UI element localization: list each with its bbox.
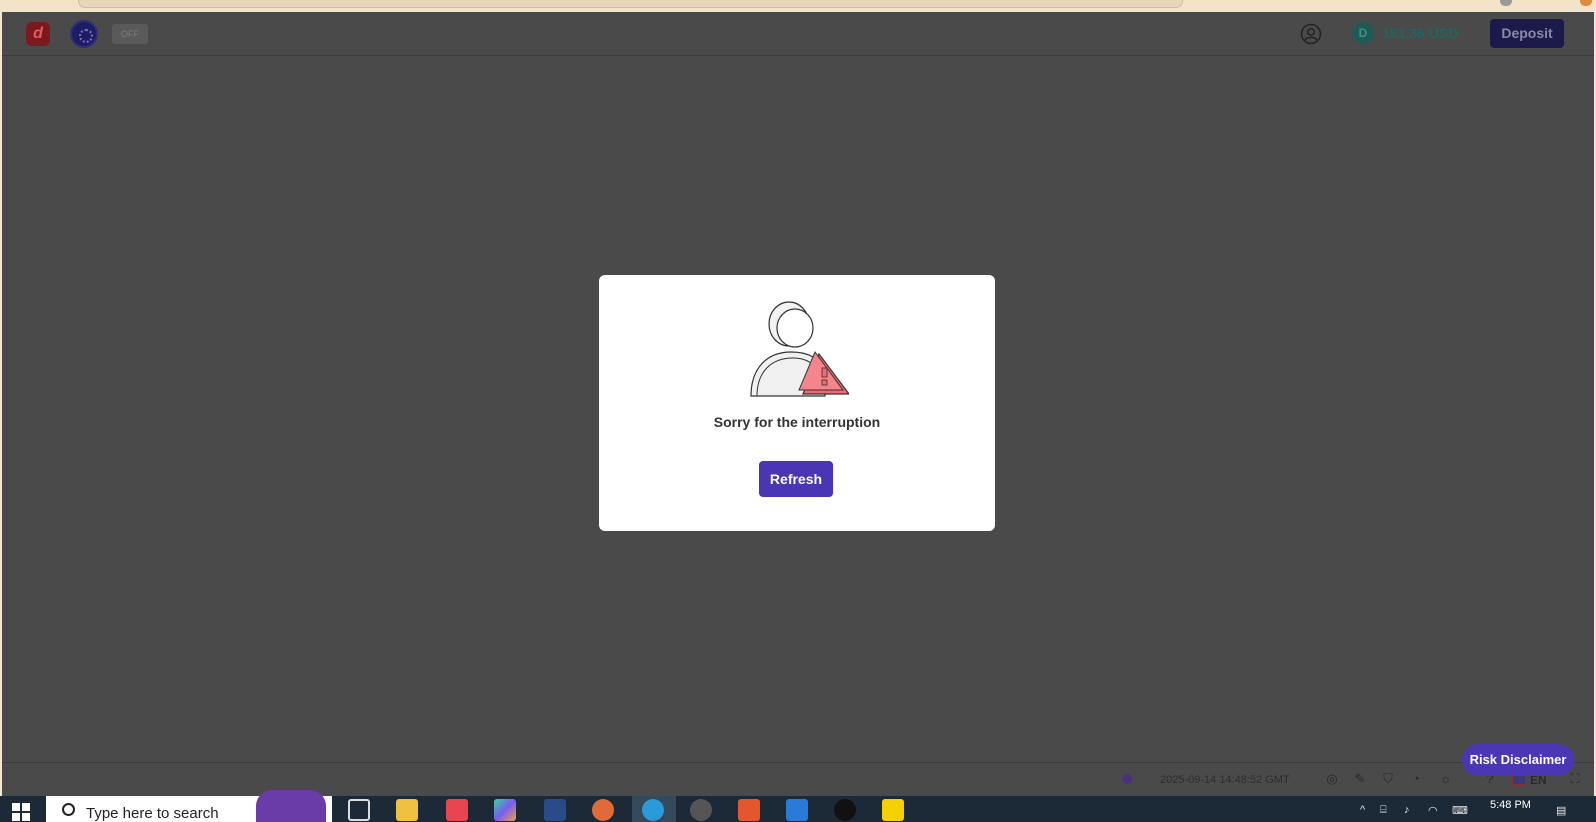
notifications-icon[interactable]: ▤ [1556,804,1566,817]
server-time: 2025-09-14 14:48:52 GMT [1160,774,1290,786]
trading-app-taskbar-icon[interactable] [446,799,468,821]
mode-toggle[interactable]: OFF [112,24,148,44]
taskbar-search-input[interactable]: Type here to search [46,790,332,822]
browser-extension-icon[interactable] [1580,0,1592,6]
user-warning-illustration [750,301,849,397]
fullscreen-icon[interactable]: ⛶ [1567,771,1583,787]
app-logo-icon[interactable]: d [26,22,50,46]
wifi-icon[interactable]: ◠ [1428,804,1438,817]
browser-strip [0,0,1596,12]
app-icon[interactable] [544,799,566,821]
windows-taskbar: Type here to search ^ ⌸ ♪ ◠ ⌨ 5:48 PM ▤ [0,790,1596,822]
show-hidden-icons-icon[interactable]: ^ [1360,804,1365,816]
top-bar: d OFF D 181.36 USD Deposit [2,12,1594,56]
user-profile-icon[interactable] [1300,23,1322,45]
balance-display[interactable]: D 181.36 USD [1352,22,1458,44]
network-icon[interactable]: ⌸ [1380,804,1387,817]
status-footer: 2025-09-14 14:48:52 GMT ◎ ✎ ⛉ ◔ ☼ ? EN ⛶ [2,762,1594,796]
error-message: Sorry for the interruption [713,414,881,430]
openai-icon[interactable] [690,799,712,821]
balance-amount: 181.36 USD [1382,25,1459,41]
shield-icon[interactable]: ⛉ [1380,771,1396,787]
risk-disclaimer-button[interactable]: Risk Disclaimer [1462,744,1574,776]
tiktok-icon[interactable] [834,799,856,821]
keyboard-icon[interactable]: ⌨ [1452,804,1468,817]
uk-flag-icon [1512,775,1526,785]
search-placeholder: Type here to search [86,805,219,822]
microsoft-store-icon[interactable] [786,799,808,821]
telegram-icon[interactable]: ✎ [1352,771,1368,787]
app-icon-orange[interactable] [738,799,760,821]
copilot-icon[interactable] [494,799,516,821]
windows-start-icon[interactable] [12,803,30,821]
task-view-icon[interactable] [348,799,370,821]
edge-browser-icon[interactable] [642,799,664,821]
speedometer-icon[interactable]: ◔ [1408,771,1424,787]
taskbar-clock[interactable]: 5:48 PM [1490,799,1531,811]
deposit-button[interactable]: Deposit [1490,19,1564,48]
connection-status-icon [1122,774,1132,784]
file-explorer-icon[interactable] [396,799,418,821]
currency-coin-icon: D [1352,22,1374,44]
browser-profile-icon[interactable] [1500,0,1512,6]
account-badge-icon[interactable] [70,20,98,48]
volume-icon[interactable]: ♪ [1404,804,1410,816]
refresh-button[interactable]: Refresh [759,461,833,497]
theme-sun-icon[interactable]: ☼ [1438,771,1454,787]
claude-icon[interactable] [592,799,614,821]
whatsapp-icon[interactable]: ◎ [1324,771,1340,787]
sticky-notes-icon[interactable] [882,799,904,821]
address-bar[interactable] [78,0,1183,8]
search-icon [62,803,75,816]
search-highlight-image [256,790,326,822]
error-dialog: Sorry for the interruption Refresh [599,275,995,531]
